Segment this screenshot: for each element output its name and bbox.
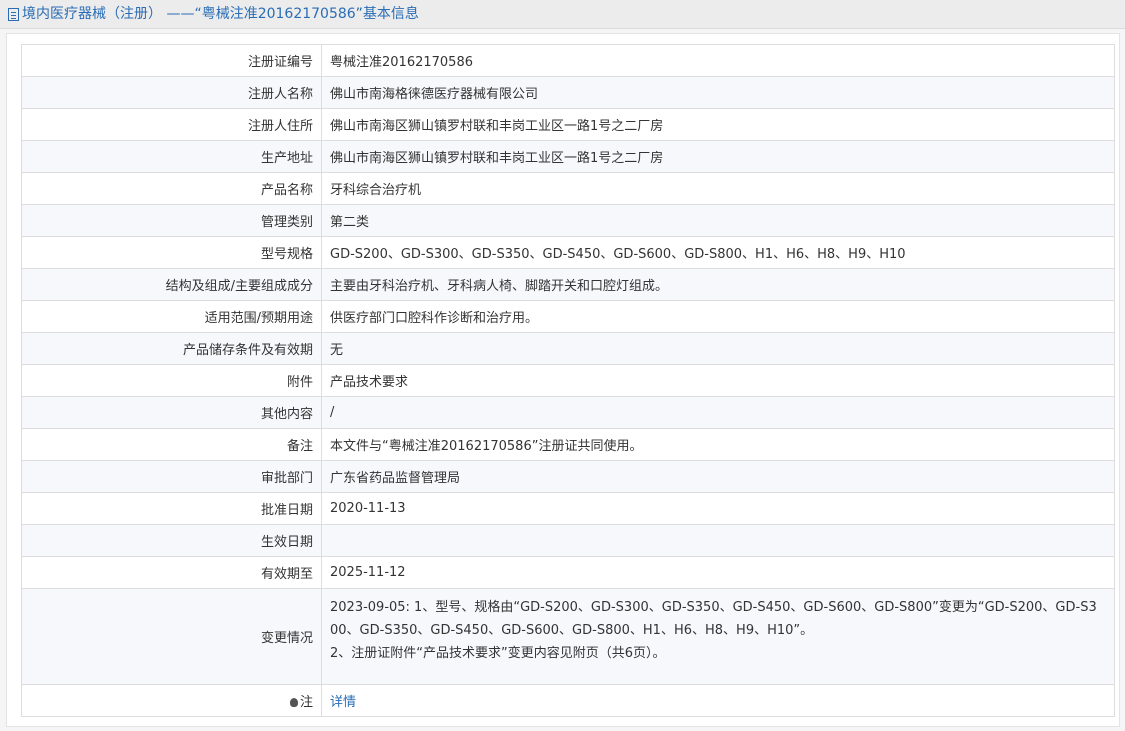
row-label: 型号规格 <box>21 236 322 269</box>
table-row: 注册证编号 粤械注准20162170586 <box>21 44 1115 77</box>
row-label: 注册人名称 <box>21 76 322 109</box>
row-label: 产品储存条件及有效期 <box>21 332 322 365</box>
row-label: 管理类别 <box>21 204 322 237</box>
table-row: 产品储存条件及有效期 无 <box>21 332 1115 365</box>
row-value: / <box>321 396 1115 429</box>
row-label: 结构及组成/主要组成成分 <box>21 268 322 301</box>
note-label: 注 <box>299 695 313 710</box>
row-value <box>321 524 1115 557</box>
row-label: 注册人住所 <box>21 108 322 141</box>
row-label: 生效日期 <box>21 524 322 557</box>
row-value: GD-S200、GD-S300、GD-S350、GD-S450、GD-S600、… <box>321 236 1115 269</box>
row-value: 产品技术要求 <box>321 364 1115 397</box>
table-row: 结构及组成/主要组成成分 主要由牙科治疗机、牙科病人椅、脚踏开关和口腔灯组成。 <box>21 268 1115 301</box>
document-icon <box>8 7 19 21</box>
page-header: 境内医疗器械（注册） ——“粤械注准20162170586”基本信息 <box>0 0 1125 29</box>
row-label: 批准日期 <box>21 492 322 525</box>
row-value: 牙科综合治疗机 <box>321 172 1115 205</box>
table-row: 附件 产品技术要求 <box>21 364 1115 397</box>
row-value: 本文件与“粤械注准20162170586”注册证共同使用。 <box>321 428 1115 461</box>
row-label: 其他内容 <box>21 396 322 429</box>
table-row: 生产地址 佛山市南海区狮山镇罗村联和丰岗工业区一路1号之二厂房 <box>21 140 1115 173</box>
row-value: 佛山市南海格徕德医疗器械有限公司 <box>321 76 1115 109</box>
row-value: 粤械注准20162170586 <box>321 44 1115 77</box>
row-label: 附件 <box>21 364 322 397</box>
info-table: 注册证编号 粤械注准20162170586 注册人名称 佛山市南海格徕德医疗器械… <box>21 44 1115 717</box>
row-label: 适用范围/预期用途 <box>21 300 322 333</box>
row-label: 备注 <box>21 428 322 461</box>
row-value: 佛山市南海区狮山镇罗村联和丰岗工业区一路1号之二厂房 <box>321 108 1115 141</box>
change-content: 2023-09-05: 1、型号、规格由“GD-S200、GD-S300、GD-… <box>321 588 1115 685</box>
note-row: 注 详情 <box>21 684 1115 717</box>
table-row: 其他内容 / <box>21 396 1115 429</box>
row-label: 有效期至 <box>21 556 322 589</box>
details-link[interactable]: 详情 <box>330 695 356 710</box>
change-label: 变更情况 <box>21 588 322 685</box>
table-row: 型号规格 GD-S200、GD-S300、GD-S350、GD-S450、GD-… <box>21 236 1115 269</box>
note-label-cell: 注 <box>21 684 322 717</box>
info-panel: 注册证编号 粤械注准20162170586 注册人名称 佛山市南海格徕德医疗器械… <box>6 33 1120 727</box>
row-value: 主要由牙科治疗机、牙科病人椅、脚踏开关和口腔灯组成。 <box>321 268 1115 301</box>
row-label: 审批部门 <box>21 460 322 493</box>
row-value: 佛山市南海区狮山镇罗村联和丰岗工业区一路1号之二厂房 <box>321 140 1115 173</box>
row-value: 供医疗部门口腔科作诊断和治疗用。 <box>321 300 1115 333</box>
table-row: 产品名称 牙科综合治疗机 <box>21 172 1115 205</box>
change-line: 00、GD-S350、GD-S450、GD-S600、GD-S800、H1、H6… <box>330 623 814 638</box>
row-label: 生产地址 <box>21 140 322 173</box>
table-row: 批准日期 2020-11-13 <box>21 492 1115 525</box>
row-value: 2020-11-13 <box>321 492 1115 525</box>
row-value: 广东省药品监督管理局 <box>321 460 1115 493</box>
table-row: 备注 本文件与“粤械注准20162170586”注册证共同使用。 <box>21 428 1115 461</box>
table-row: 有效期至 2025-11-12 <box>21 556 1115 589</box>
page-title: 境内医疗器械（注册） ——“粤械注准20162170586”基本信息 <box>22 6 419 22</box>
table-row: 适用范围/预期用途 供医疗部门口腔科作诊断和治疗用。 <box>21 300 1115 333</box>
change-line: 2023-09-05: 1、型号、规格由“GD-S200、GD-S300、GD-… <box>330 600 1097 615</box>
row-label: 注册证编号 <box>21 44 322 77</box>
table-row: 审批部门 广东省药品监督管理局 <box>21 460 1115 493</box>
row-value: 第二类 <box>321 204 1115 237</box>
row-value: 2025-11-12 <box>321 556 1115 589</box>
table-row: 注册人名称 佛山市南海格徕德医疗器械有限公司 <box>21 76 1115 109</box>
change-line: 2、注册证附件“产品技术要求”变更内容见附页（共6页）。 <box>330 646 666 661</box>
lightbulb-icon <box>289 698 298 707</box>
table-row: 生效日期 <box>21 524 1115 557</box>
row-label: 产品名称 <box>21 172 322 205</box>
change-row: 变更情况 2023-09-05: 1、型号、规格由“GD-S200、GD-S30… <box>21 588 1115 685</box>
table-row: 管理类别 第二类 <box>21 204 1115 237</box>
row-value: 无 <box>321 332 1115 365</box>
table-row: 注册人住所 佛山市南海区狮山镇罗村联和丰岗工业区一路1号之二厂房 <box>21 108 1115 141</box>
note-value-cell: 详情 <box>321 684 1115 717</box>
